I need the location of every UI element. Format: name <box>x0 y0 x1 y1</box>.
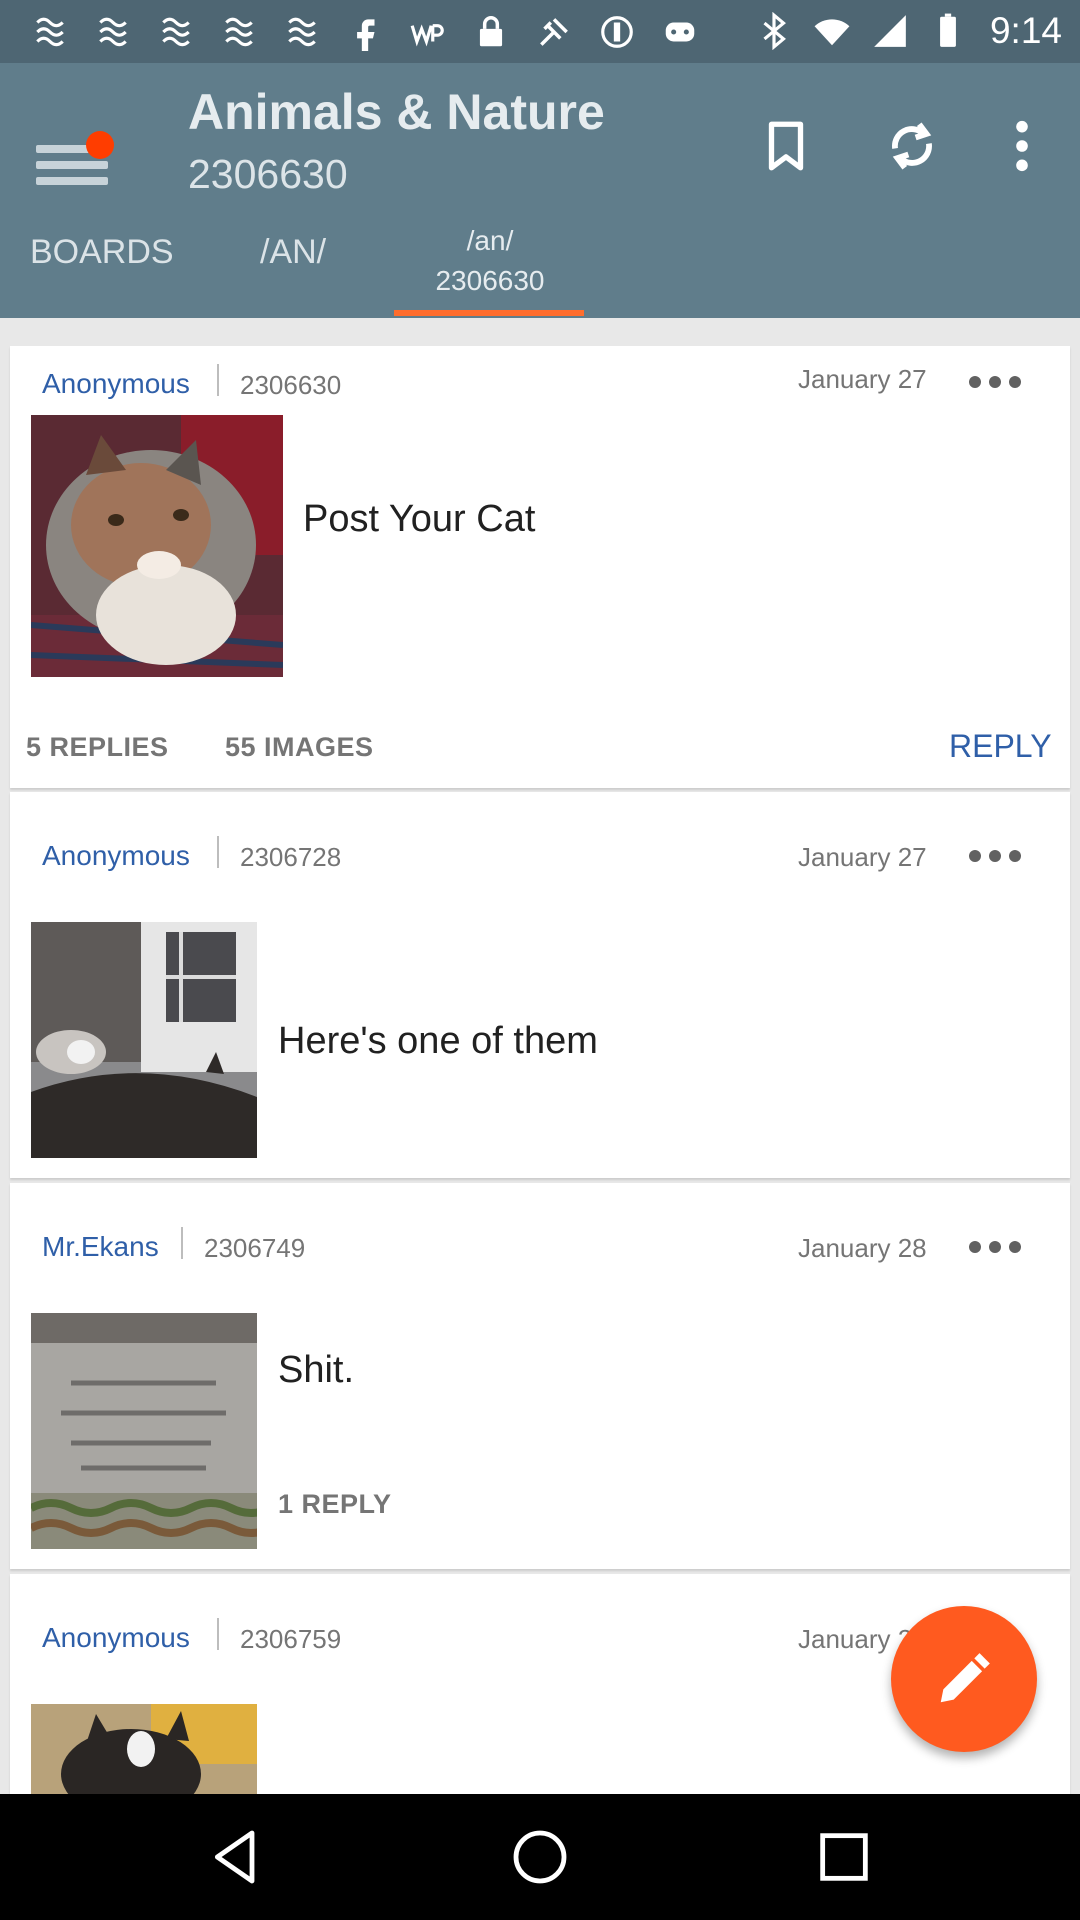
post-card: Mr.Ekans 2306749 January 28 Shit. 1 REPL… <box>10 1183 1070 1569</box>
tab-boards[interactable]: BOARDS <box>30 233 174 272</box>
replies-count: 5 REPLIES <box>26 732 169 762</box>
back-icon <box>214 1830 255 1884</box>
post-date: January 27 <box>798 842 927 872</box>
overflow-menu-button[interactable] <box>977 101 1067 191</box>
menu-icon-line <box>36 177 108 185</box>
post-number[interactable]: 2306759 <box>240 1624 341 1655</box>
post-date: January 28 <box>798 1233 927 1263</box>
menu-button[interactable] <box>36 131 114 197</box>
tab-thread-board: /an/ <box>466 225 514 256</box>
home-button[interactable] <box>500 1822 580 1892</box>
post-number[interactable]: 2306630 <box>240 370 341 401</box>
bluetooth-icon <box>752 11 796 51</box>
battery-icon <box>926 11 970 51</box>
signal-icon <box>868 11 912 51</box>
system-icons: 9:14 <box>752 10 1062 52</box>
circle-icon <box>595 12 639 52</box>
post-thumbnail[interactable] <box>31 415 283 677</box>
recents-button[interactable] <box>804 1822 884 1892</box>
status-time: 9:14 <box>989 10 1062 51</box>
app-bar: Animals & Nature 2306630 BOARDS /AN/ /an… <box>0 63 1080 318</box>
post-thumbnail[interactable] <box>31 1704 257 1794</box>
post-card: Anonymous 2306728 January 27 Here's one … <box>10 792 1070 1178</box>
fake-gps-icon <box>532 12 576 52</box>
back-button[interactable] <box>196 1822 276 1892</box>
refresh-button[interactable] <box>867 101 957 191</box>
separator <box>181 1227 183 1259</box>
wifi-icon <box>810 11 854 51</box>
post-options-button[interactable] <box>955 362 1035 402</box>
refresh-icon <box>892 122 932 170</box>
lock-icon <box>469 12 513 52</box>
post-options-button[interactable] <box>955 1227 1035 1267</box>
post-date: January 2 <box>798 1624 913 1654</box>
notification-icons <box>28 12 702 52</box>
home-icon <box>513 1830 567 1884</box>
notification-icon <box>28 12 72 52</box>
pencil-icon <box>940 1653 990 1703</box>
recents-icon <box>820 1833 868 1881</box>
post-author[interactable]: Anonymous <box>42 368 190 400</box>
post-number[interactable]: 2306749 <box>204 1233 305 1264</box>
post-options-button[interactable] <box>955 836 1035 876</box>
notification-icon <box>280 12 324 52</box>
notification-icon <box>217 12 261 52</box>
replies-count[interactable]: 1 REPLY <box>278 1489 392 1520</box>
images-count: 55 IMAGES <box>225 732 374 762</box>
separator <box>217 836 219 868</box>
post-card: Anonymous 2306630 January 27 Post Your C… <box>10 346 1070 788</box>
tab-thread[interactable]: /an/ 2306630 <box>420 221 560 301</box>
tab-thread-number: 2306630 <box>435 265 545 296</box>
game-controller-icon <box>658 12 702 52</box>
page-title: Animals & Nature <box>188 84 605 140</box>
facebook-icon <box>343 12 387 52</box>
notification-icon <box>91 12 135 52</box>
separator <box>217 1618 219 1650</box>
post-author[interactable]: Mr.Ekans <box>42 1231 159 1263</box>
navigation-bar <box>0 1794 1080 1920</box>
tab-indicator <box>394 310 584 316</box>
post-date: January 27 <box>798 364 927 394</box>
notification-icon <box>154 12 198 52</box>
reply-button[interactable]: REPLY <box>949 728 1052 765</box>
bookmark-icon <box>768 121 804 171</box>
wordpress-icon <box>406 12 450 52</box>
post-author[interactable]: Anonymous <box>42 1622 190 1654</box>
status-bar: 9:14 <box>0 0 1080 63</box>
post-author[interactable]: Anonymous <box>42 840 190 872</box>
notification-dot <box>86 131 114 159</box>
post-number[interactable]: 2306728 <box>240 842 341 873</box>
tab-board[interactable]: /AN/ <box>260 233 326 272</box>
post-thumbnail[interactable] <box>31 922 257 1158</box>
post-comment: Post Your Cat <box>303 498 536 540</box>
post-comment: Shit. <box>278 1349 355 1391</box>
bookmark-button[interactable] <box>741 101 831 191</box>
compose-button[interactable] <box>891 1606 1037 1752</box>
more-vert-icon <box>1016 120 1028 172</box>
post-comment: Here's one of them <box>278 1020 598 1062</box>
menu-icon-line <box>36 161 108 169</box>
page-subtitle: 2306630 <box>188 151 348 197</box>
separator <box>217 364 219 396</box>
post-thumbnail[interactable] <box>31 1313 257 1549</box>
